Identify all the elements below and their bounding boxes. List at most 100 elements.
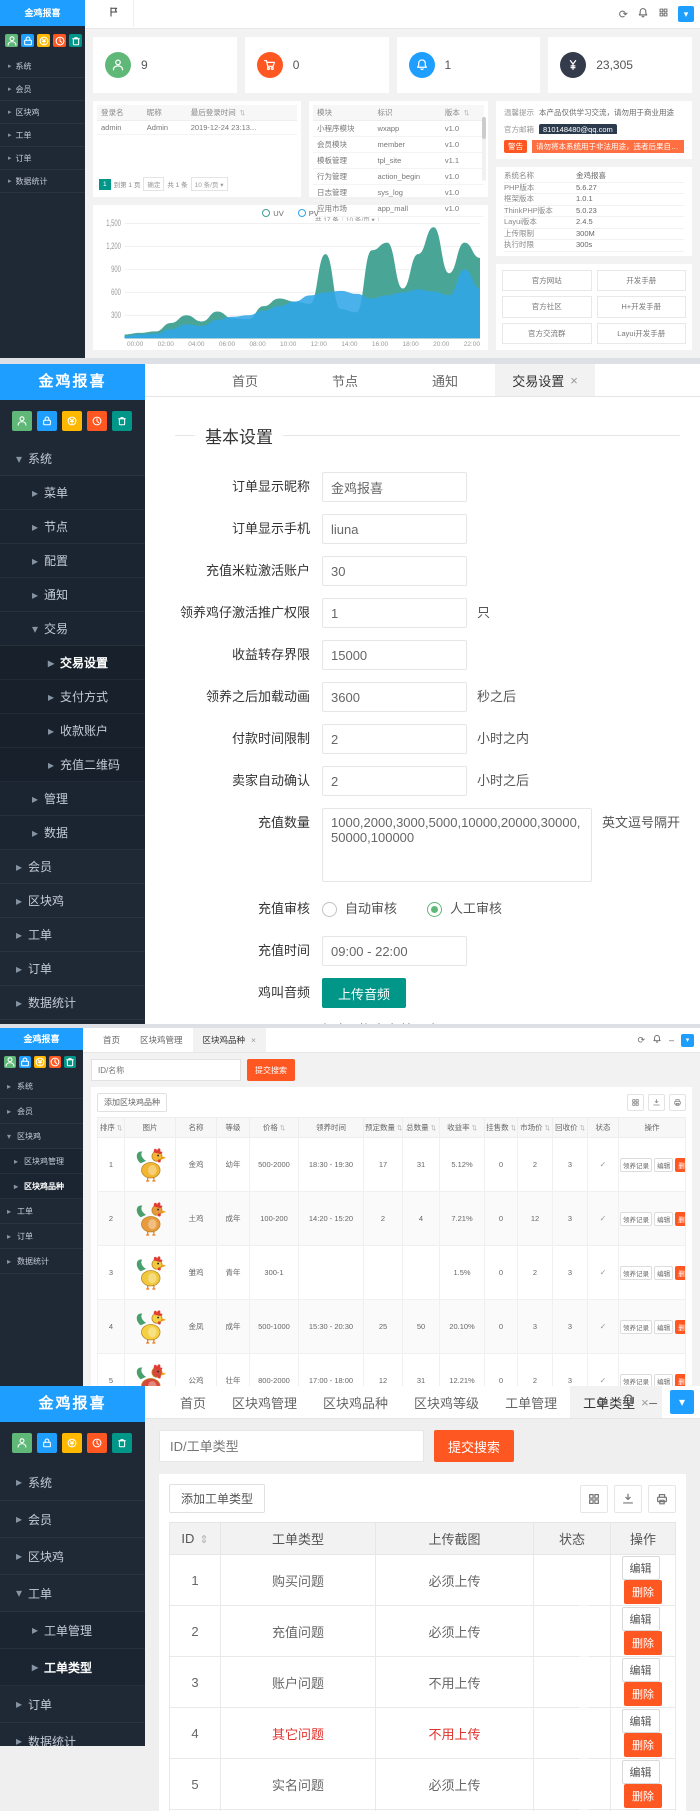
sidebar-item-系统[interactable]: ▸系统 xyxy=(0,55,85,78)
user-dropdown-button[interactable]: ▾ xyxy=(670,1390,694,1414)
column-header[interactable]: 标识 xyxy=(374,105,441,121)
column-header-挂售数[interactable]: 挂售数⇅ xyxy=(485,1118,518,1138)
delete-button[interactable]: 删除 xyxy=(675,1320,685,1334)
field-input-订单显示手机[interactable] xyxy=(322,514,467,544)
column-header-操作[interactable]: 操作 xyxy=(611,1523,676,1555)
column-header-市场价[interactable]: 市场价⇅ xyxy=(518,1118,553,1138)
filter-columns-icon[interactable] xyxy=(580,1485,608,1513)
column-header-名称[interactable]: 名称 xyxy=(176,1118,217,1138)
tab-区块鸡管理[interactable]: 区块鸡管理 xyxy=(130,1028,193,1052)
tab-工单管理[interactable]: 工单管理 xyxy=(492,1386,570,1418)
print-icon[interactable] xyxy=(669,1094,686,1111)
delete-button[interactable]: 删除 xyxy=(675,1212,685,1226)
sidebar-item-收款账户[interactable]: ▸收款账户 xyxy=(0,714,145,748)
delete-button[interactable]: 删除 xyxy=(624,1631,662,1655)
doc-link-开发手册[interactable]: 开发手册 xyxy=(597,270,687,291)
delete-button[interactable]: 删除 xyxy=(624,1784,662,1808)
sidebar-item-数据统计[interactable]: ▸数据统计 xyxy=(0,986,145,1020)
user-dropdown-button[interactable]: ▾ xyxy=(681,1034,694,1047)
radio-checked-icon[interactable] xyxy=(427,902,442,917)
column-header-ID[interactable]: ID ⇕ xyxy=(170,1523,221,1555)
sidebar-item-充值二维码[interactable]: ▸充值二维码 xyxy=(0,748,145,782)
bell-icon[interactable] xyxy=(652,1034,662,1046)
delete-button[interactable]: 删除 xyxy=(624,1682,662,1706)
sidebar-trash-icon[interactable] xyxy=(112,1433,132,1453)
column-header-状态[interactable]: 状态 xyxy=(534,1523,611,1555)
tab-区块鸡管理[interactable]: 区块鸡管理 xyxy=(219,1386,310,1418)
column-header-价格[interactable]: 价格⇅ xyxy=(250,1118,299,1138)
sidebar-item-工单[interactable]: ▸工单 xyxy=(0,1199,83,1224)
minimize-icon[interactable]: – xyxy=(669,1035,674,1045)
sort-icon[interactable]: ⇅ xyxy=(240,110,245,117)
column-header[interactable]: 昵称 xyxy=(143,105,187,121)
export-icon[interactable] xyxy=(614,1485,642,1513)
delete-button[interactable]: 删除 xyxy=(675,1374,685,1387)
column-header-收益率[interactable]: 收益率⇅ xyxy=(440,1118,485,1138)
sidebar-item-订单[interactable]: ▸订单 xyxy=(0,1224,83,1249)
tab-区块鸡品种[interactable]: 区块鸡品种× xyxy=(193,1028,266,1052)
sidebar-item-系统[interactable]: ▾系统 xyxy=(0,442,145,476)
search-input[interactable] xyxy=(159,1430,424,1462)
adopt-log-button[interactable]: 领养记录 xyxy=(620,1266,652,1280)
delete-button[interactable]: 删除 xyxy=(675,1158,685,1172)
sidebar-item-通知[interactable]: ▸通知 xyxy=(0,578,145,612)
sort-icon[interactable]: ⇅ xyxy=(117,1125,122,1132)
sort-icon[interactable]: ⇅ xyxy=(397,1125,402,1132)
console-tab[interactable] xyxy=(95,0,134,27)
tab-首页[interactable]: 首页 xyxy=(195,364,295,396)
print-icon[interactable] xyxy=(648,1485,676,1513)
edit-button[interactable]: 编辑 xyxy=(622,1760,660,1784)
column-header-等级[interactable]: 等级 xyxy=(217,1118,250,1138)
doc-link-H+开发手册[interactable]: H+开发手册 xyxy=(597,296,687,317)
sort-icon[interactable]: ⇕ xyxy=(196,1534,208,1546)
column-header-总数量[interactable]: 总数量⇅ xyxy=(403,1118,440,1138)
edit-button[interactable]: 编辑 xyxy=(654,1212,673,1226)
column-header-图片[interactable]: 图片 xyxy=(125,1118,176,1138)
column-header-领养时间[interactable]: 领养时间 xyxy=(299,1118,364,1138)
add-breed-button[interactable]: 添加区块鸡品种 xyxy=(97,1093,167,1112)
column-header-操作[interactable]: 操作 xyxy=(619,1118,686,1138)
sidebar-lock-icon[interactable] xyxy=(21,34,34,47)
adopt-log-button[interactable]: 领养记录 xyxy=(620,1212,652,1226)
per-page-select[interactable]: 10 条/页 ▾ xyxy=(191,177,228,191)
radio-人工审核[interactable]: 人工审核 xyxy=(427,894,502,924)
sidebar-item-工单[interactable]: ▸工单 xyxy=(0,124,85,147)
tab-首页[interactable]: 首页 xyxy=(93,1028,130,1052)
edit-button[interactable]: 编辑 xyxy=(622,1607,660,1631)
sidebar-coin-icon[interactable] xyxy=(34,1056,46,1068)
search-button[interactable]: 提交搜索 xyxy=(434,1430,514,1462)
tab-区块鸡等级[interactable]: 区块鸡等级 xyxy=(401,1386,492,1418)
app-logo[interactable]: 金鸡报喜 xyxy=(0,1386,145,1422)
field-input-充值米粒激活账户[interactable] xyxy=(322,556,467,586)
edit-button[interactable]: 编辑 xyxy=(622,1709,660,1733)
edit-button[interactable]: 编辑 xyxy=(622,1556,660,1580)
export-icon[interactable] xyxy=(648,1094,665,1111)
sidebar-clock-icon[interactable] xyxy=(87,411,107,431)
sidebar-user-icon[interactable] xyxy=(12,1433,32,1453)
sidebar-item-数据统计[interactable]: ▸数据统计 xyxy=(0,170,85,193)
app-logo[interactable]: 金鸡报喜 xyxy=(0,364,145,400)
sidebar-item-数据统计[interactable]: ▸数据统计 xyxy=(0,1723,145,1746)
sort-icon[interactable]: ⇅ xyxy=(464,110,469,117)
adopt-log-button[interactable]: 领养记录 xyxy=(620,1320,652,1334)
radio-自动审核[interactable]: 自动审核 xyxy=(322,894,397,924)
sort-icon[interactable]: ⇅ xyxy=(580,1125,585,1132)
per-page-select[interactable]: 10 条/页 ▾ xyxy=(342,217,379,221)
edit-button[interactable]: 编辑 xyxy=(654,1266,673,1280)
radio-unchecked-icon[interactable] xyxy=(322,902,337,917)
field-input-充值时间[interactable] xyxy=(322,936,467,966)
sidebar-item-系统[interactable]: ▸系统 xyxy=(0,1464,145,1501)
field-input-卖家自动确认[interactable] xyxy=(322,766,467,796)
sidebar-item-区块鸡[interactable]: ▸区块鸡 xyxy=(0,1538,145,1575)
edit-button[interactable]: 编辑 xyxy=(622,1658,660,1682)
sidebar-item-管理[interactable]: ▸管理 xyxy=(0,782,145,816)
delete-button[interactable]: 删除 xyxy=(624,1733,662,1757)
sidebar-item-数据[interactable]: ▸数据 xyxy=(0,816,145,850)
status-check-icon[interactable]: ✓ xyxy=(588,1354,619,1387)
edit-button[interactable]: 编辑 xyxy=(654,1158,673,1172)
column-header[interactable]: 版本 ⇅ xyxy=(441,105,484,121)
tab-首页[interactable]: 首页 xyxy=(167,1386,219,1418)
sidebar-item-工单类型[interactable]: ▸工单类型 xyxy=(0,1649,145,1686)
doc-link-官方交流群[interactable]: 官方交流群 xyxy=(502,323,592,344)
sidebar-coin-icon[interactable] xyxy=(62,411,82,431)
